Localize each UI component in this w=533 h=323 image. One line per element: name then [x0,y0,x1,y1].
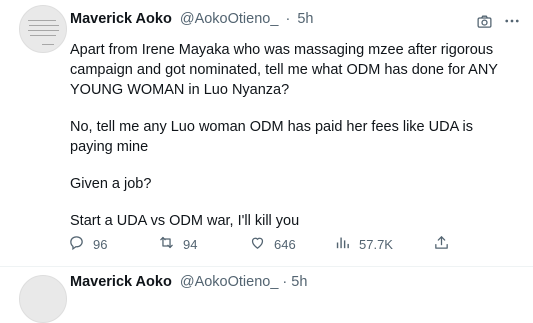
retweet-button[interactable]: 94 [158,234,197,254]
camera-icon[interactable] [475,12,493,30]
tweet-top-actions [475,12,521,30]
reply-icon [68,234,85,254]
retweet-icon [158,234,175,254]
tweet-paragraph: Given a job? [70,176,152,192]
tweet-paragraph: Apart from Irene Mayaka who was massagin… [70,42,498,98]
views-button[interactable]: 57.7K [334,234,393,254]
author-handle[interactable]: @AokoOtieno_ [180,11,279,27]
tweet-paragraph: No, tell me any Luo woman ODM has paid h… [70,119,473,155]
share-icon [433,234,450,254]
like-icon [249,234,266,254]
reply-count: 96 [93,236,108,252]
views-count: 57.7K [359,236,393,252]
views-icon [334,234,351,254]
author-name[interactable]: Maverick Aoko [70,274,172,290]
next-tweet-header: Maverick Aoko @AokoOtieno_ · 5h [70,274,307,290]
tweet-timestamp[interactable]: 5h [297,11,313,27]
tweet-paragraph: Start a UDA vs ODM war, I'll kill you [70,213,300,229]
tweet-header: Maverick Aoko @AokoOtieno_ · 5h [70,10,313,28]
tweet-divider [0,266,533,267]
tweet-action-bar: 96 94 646 57.7K [68,234,458,254]
like-count: 646 [274,236,296,252]
avatar[interactable] [19,5,67,53]
header-separator: · [285,11,291,27]
retweet-count: 94 [183,236,198,252]
author-handle[interactable]: @AokoOtieno_ · 5h [180,274,308,290]
avatar[interactable] [19,275,67,323]
share-button[interactable] [433,234,450,254]
tweet-body: Apart from Irene Mayaka who was massagin… [70,40,510,248]
more-icon[interactable] [503,12,521,30]
reply-button[interactable]: 96 [68,234,107,254]
author-name[interactable]: Maverick Aoko [70,11,172,27]
like-button[interactable]: 646 [249,234,296,254]
